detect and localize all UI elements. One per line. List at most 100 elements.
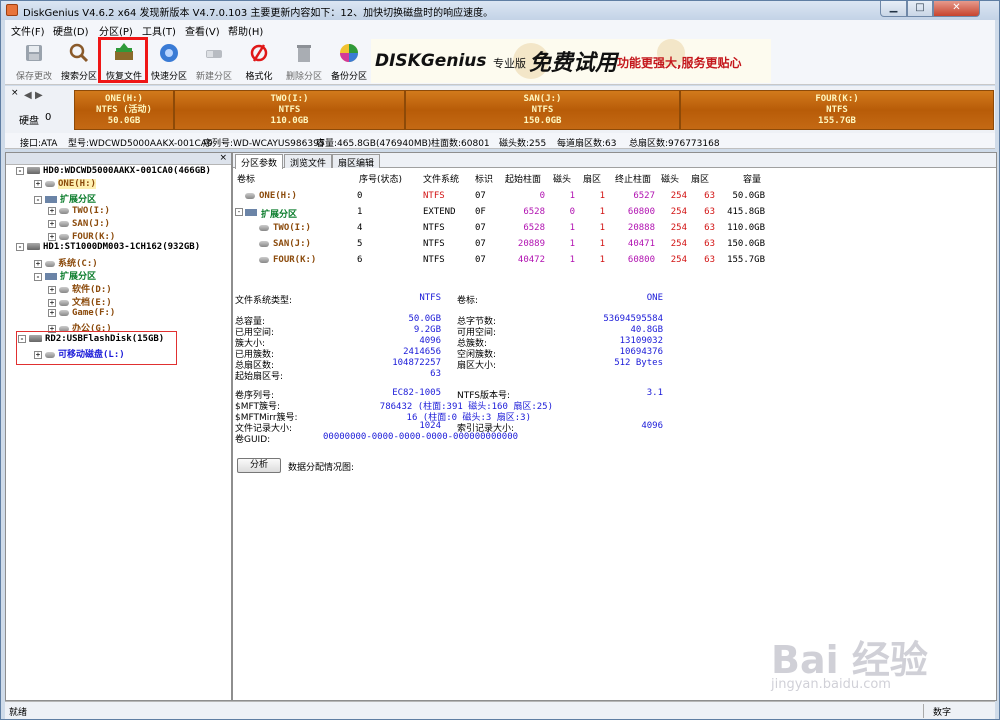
tree-node[interactable]: + TWO(I:) — [48, 206, 110, 218]
table-header: 卷标 序号(状态) 文件系统 标识 起始柱面 磁头 扇区 终止柱面 磁头 扇区 容量 — [233, 169, 996, 185]
segment-one[interactable]: ONE(H:) NTFS (活动) 50.0GB — [74, 90, 174, 130]
expand-icon[interactable]: + — [34, 179, 42, 188]
promo-banner[interactable]: DISKGenius 专业版 免费试用 功能更强大,服务更贴心 — [371, 39, 771, 83]
table-row[interactable]: SAN(J:) 5 NTFS 07 20889 1 1 40471 254 63 150.0GB — [233, 236, 996, 252]
table-row[interactable]: ONE(H:) 0 NTFS 07 0 1 1 6527 254 63 50.0GB — [233, 188, 996, 204]
expand-icon[interactable]: + — [48, 308, 56, 317]
format-button[interactable]: 格式化 — [238, 39, 280, 83]
column-header[interactable]: 起始柱面 — [505, 172, 541, 185]
tree-close-icon[interactable]: × — [219, 153, 227, 163]
expand-icon[interactable]: + — [48, 232, 56, 241]
column-header[interactable]: 终止柱面 — [615, 172, 651, 185]
segment-name: FOUR(K:) — [815, 94, 859, 104]
detail-value: 40.8GB — [630, 325, 663, 335]
disk-interface: 接口:ATA — [20, 139, 58, 149]
expand-icon[interactable]: + — [48, 298, 56, 307]
disk-model: 型号:WDCWD5000AAKX-001CA0 — [68, 139, 213, 149]
column-header[interactable]: 扇区 — [583, 172, 601, 185]
collapse-icon[interactable]: - — [16, 242, 24, 251]
column-header[interactable]: 磁头 — [661, 172, 679, 185]
menu-help[interactable]: 帮助(H) — [228, 23, 263, 38]
save-changes-button[interactable]: 保存更改 — [13, 39, 55, 83]
new-partition-icon — [206, 50, 222, 58]
segment-four[interactable]: FOUR(K:) NTFS 155.7GB — [680, 90, 994, 130]
search-partition-button[interactable]: 搜索分区 — [58, 39, 100, 83]
expand-icon[interactable]: + — [48, 285, 56, 294]
menu-file[interactable]: 文件(F) — [11, 23, 45, 38]
column-header[interactable]: 文件系统 — [423, 172, 459, 185]
table-cell: 40472 — [517, 255, 545, 265]
collapse-icon[interactable]: - — [34, 195, 42, 204]
column-header[interactable]: 容量 — [743, 172, 761, 185]
maximize-button[interactable]: □ — [907, 1, 933, 17]
menu-partition[interactable]: 分区(P) — [99, 23, 133, 38]
collapse-icon[interactable]: - — [235, 208, 243, 216]
segment-name: TWO(I:) — [270, 94, 309, 104]
disk-map-close[interactable]: × — [11, 88, 19, 98]
tree-node[interactable]: + Game(F:) — [48, 308, 115, 320]
table-cell: 63 — [704, 191, 715, 201]
partition-icon — [59, 220, 69, 227]
table-cell: 6528 — [523, 207, 545, 217]
tree-node-label: 软件(D:) — [72, 285, 112, 295]
tree-node[interactable]: + ONE(H:) — [34, 179, 96, 191]
minimize-button[interactable]: ▁ — [880, 1, 907, 17]
watermark-main: Bai 经验 — [771, 638, 928, 682]
tree-node-label: 扩展分区 — [60, 195, 97, 205]
collapse-icon[interactable]: - — [16, 166, 24, 175]
menu-tools[interactable]: 工具(T) — [142, 23, 176, 38]
tab-sector-edit[interactable]: 扇区编辑 — [332, 154, 381, 169]
tree-node[interactable]: + 系统(C:) — [34, 256, 98, 269]
numlock-indicator: 数字 — [933, 708, 952, 718]
table-cell: TWO(I:) — [273, 223, 311, 233]
column-header[interactable]: 序号(状态) — [359, 172, 402, 185]
tree-node[interactable]: + 文档(E:) — [48, 295, 112, 308]
extended-partition-icon — [45, 273, 57, 280]
tree-node[interactable]: - HD1:ST1000DM003-1CH162(932GB) — [16, 242, 200, 254]
tree-node[interactable]: + 软件(D:) — [48, 282, 112, 295]
segment-san[interactable]: SAN(J:) NTFS 150.0GB — [405, 90, 680, 130]
tree-node-label: 扩展分区 — [60, 272, 97, 282]
menu-bar: 文件(F) 硬盘(D) 分区(P) 工具(T) 查看(V) 帮助(H) — [5, 20, 995, 38]
delete-partition-button[interactable]: 删除分区 — [283, 39, 325, 83]
table-row[interactable]: FOUR(K:) 6 NTFS 07 40472 1 1 60800 254 63 155.7GB — [233, 252, 996, 268]
menu-disk[interactable]: 硬盘(D) — [53, 23, 89, 38]
expand-icon[interactable]: + — [48, 219, 56, 228]
tree-node[interactable]: + SAN(J:) — [48, 219, 110, 231]
table-row[interactable]: TWO(I:) 4 NTFS 07 6528 1 1 20888 254 63 110.0GB — [233, 220, 996, 236]
table-cell: 1 — [599, 255, 605, 265]
segment-size: 50.0GB — [107, 116, 141, 126]
partition-icon — [59, 286, 69, 293]
menu-view[interactable]: 查看(V) — [185, 23, 220, 38]
column-header[interactable]: 标识 — [475, 172, 493, 185]
tree-node[interactable]: - HD0:WDCWD5000AAKX-001CA0(466GB) — [16, 166, 211, 178]
next-disk-icon[interactable]: ▶ — [35, 90, 43, 101]
segment-two[interactable]: TWO(I:) NTFS 110.0GB — [174, 90, 405, 130]
backup-partition-button[interactable]: 备份分区 — [328, 39, 370, 83]
close-button[interactable]: ✕ — [933, 1, 980, 17]
tab-browse-files[interactable]: 浏览文件 — [284, 154, 333, 169]
detail-value: 10694376 — [619, 347, 663, 357]
table-cell: 254 — [670, 255, 687, 265]
table-row[interactable]: - 扩展分区 1 EXTEND 0F 6528 0 1 60800 254 63 415.8GB — [233, 204, 996, 220]
tree-node[interactable]: - 扩展分区 — [34, 269, 97, 282]
watermark: Bai 经验 jingyan.baidu.com — [771, 629, 991, 701]
column-header[interactable]: 磁头 — [553, 172, 571, 185]
table-cell: 110.0GB — [727, 223, 765, 233]
partition-icon — [259, 257, 269, 263]
new-partition-button[interactable]: 新建分区 — [193, 39, 235, 83]
analyze-button[interactable]: 分析 — [237, 458, 281, 473]
tree-node[interactable]: - 扩展分区 — [34, 192, 97, 205]
column-header[interactable]: 卷标 — [237, 172, 255, 185]
column-header[interactable]: 扇区 — [691, 172, 709, 185]
volume-label-value: ONE — [646, 293, 663, 303]
prev-disk-icon[interactable]: ◀ — [24, 90, 32, 101]
tree-node-label: Game(F:) — [72, 308, 116, 318]
tab-partition-params[interactable]: 分区参数 — [235, 154, 284, 169]
title-bar[interactable]: DiskGenius V4.6.2 x64 发现新版本 V4.7.0.103 主… — [1, 1, 999, 20]
collapse-icon[interactable]: - — [34, 272, 42, 281]
quick-partition-button[interactable]: 快速分区 — [148, 39, 190, 83]
fs-type-label: 文件系统类型: — [235, 296, 293, 306]
expand-icon[interactable]: + — [48, 206, 56, 215]
expand-icon[interactable]: + — [34, 259, 42, 268]
